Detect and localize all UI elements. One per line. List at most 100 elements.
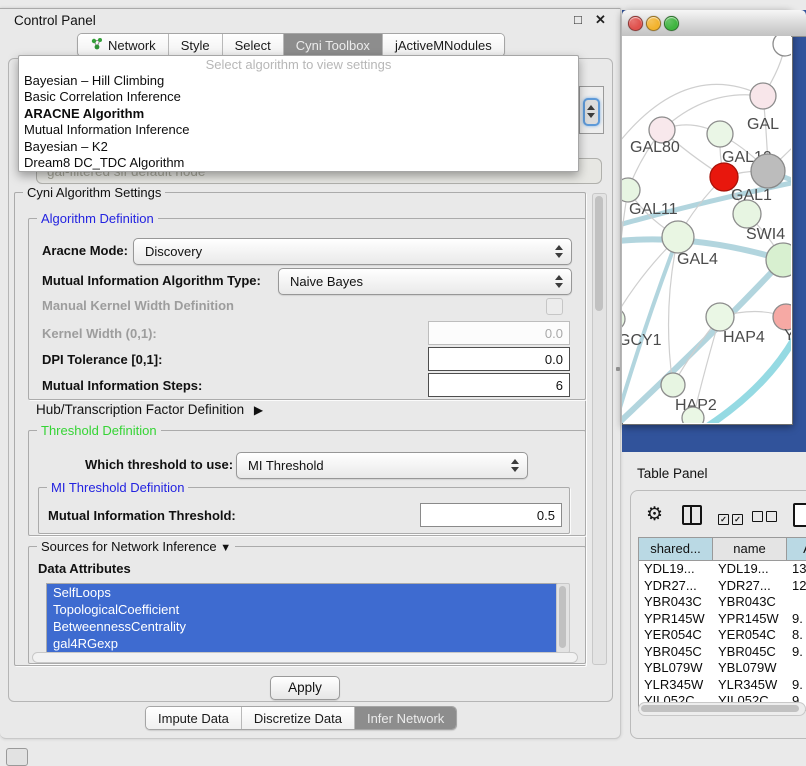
split-pane-handle[interactable]	[616, 367, 620, 371]
inference-algorithm-combobox-fragment[interactable]	[579, 86, 604, 134]
data-attributes-list[interactable]: SelfLoopsTopologicalCoefficientBetweenne…	[46, 583, 558, 653]
network-node-gal10[interactable]	[707, 121, 733, 147]
close-traffic-light[interactable]	[628, 16, 643, 31]
network-canvas[interactable]: GALGAL80GAL10GAL1GAL11SWI4GAL4GCY1HAP4YH…	[622, 36, 791, 423]
attributes-horizontal-scrollbar[interactable]	[32, 652, 578, 663]
algorithm-option-mutual-information-inference[interactable]: Mutual Information Inference	[19, 122, 578, 138]
zoom-traffic-light[interactable]	[664, 16, 679, 31]
data-attribute-item-selfloops[interactable]: SelfLoops	[47, 584, 557, 601]
scrollbar-thumb[interactable]	[641, 705, 799, 712]
expand-arrow-icon[interactable]: ▶	[254, 403, 263, 417]
network-node[interactable]	[751, 154, 785, 188]
close-window-icon[interactable]: ✕	[595, 12, 606, 28]
table-horizontal-scrollbar[interactable]	[638, 702, 806, 716]
data-attributes-label: Data Attributes	[38, 561, 131, 576]
data-attribute-item-topologicalcoefficient[interactable]: TopologicalCoefficient	[47, 601, 557, 618]
attributes-vertical-scrollbar[interactable]	[556, 583, 570, 653]
dpi-tolerance-field[interactable]: 0.0	[428, 347, 570, 371]
aracne-mode-value: Discovery	[145, 239, 202, 264]
network-window-titlebar[interactable]	[622, 10, 806, 37]
tab-infer-network[interactable]: Infer Network	[354, 707, 456, 729]
table-row[interactable]: YBL079WYBL079W	[639, 660, 806, 677]
settings-vertical-scrollbar[interactable]	[592, 193, 607, 665]
bottom-left-grip[interactable]	[6, 748, 28, 766]
scrollbar-thumb[interactable]	[595, 196, 603, 311]
network-node-gal1[interactable]	[733, 200, 761, 228]
hub-definition-toggle[interactable]: Hub/Transcription Factor Definition ▶	[36, 402, 263, 417]
table-settings-gear-icon[interactable]: ⚙	[646, 503, 663, 526]
network-node[interactable]	[773, 36, 791, 56]
table-row[interactable]: YER054CYER054C8.	[639, 627, 806, 644]
sources-title-text: Sources for Network Inference	[41, 539, 217, 554]
tab-network-label: Network	[108, 38, 156, 53]
table-row[interactable]: YDL19...YDL19...13...	[639, 561, 806, 578]
minimize-traffic-light[interactable]	[646, 16, 661, 31]
table-row[interactable]: YDR27...YDR27...12...	[639, 578, 806, 595]
table-row[interactable]: YBR045CYBR045C9.	[639, 644, 806, 661]
node-table: shared...nameA YDL19...YDL19...13...YDR2…	[638, 537, 806, 711]
table-cell: YLR345W	[639, 677, 713, 694]
network-node-gcy1[interactable]	[622, 308, 625, 330]
network-node-gal11[interactable]	[622, 178, 640, 202]
algorithm-dropdown-popup: Select algorithm to view settings Bayesi…	[18, 55, 579, 172]
network-node-hap2[interactable]	[661, 373, 685, 397]
network-node-gal[interactable]	[750, 83, 776, 109]
table-row[interactable]: YPR145WYPR145W9.	[639, 611, 806, 628]
collapse-arrow-icon[interactable]: ▼	[220, 542, 231, 554]
float-window-icon[interactable]: □	[574, 12, 582, 27]
scrollbar-thumb[interactable]	[559, 586, 566, 648]
which-threshold-value: MI Threshold	[248, 453, 324, 478]
algorithm-option-aracne-algorithm[interactable]: ARACNE Algorithm	[19, 106, 578, 122]
table-row[interactable]: YLR345WYLR345W9.	[639, 677, 806, 694]
tab-network[interactable]: Network	[78, 34, 168, 56]
tab-select[interactable]: Select	[222, 34, 283, 56]
algorithm-option-dream8-dc-tdc-algorithm[interactable]: Dream8 DC_TDC Algorithm	[19, 155, 578, 171]
mi-threshold-field[interactable]: 0.5	[420, 503, 562, 527]
cyni-bottom-tabbar: Impute DataDiscretize DataInfer Network	[145, 706, 457, 730]
table-cell: 12...	[787, 578, 806, 595]
network-node-gal4[interactable]	[662, 221, 694, 253]
data-attribute-item-gal4rgexp[interactable]: gal4RGexp	[47, 635, 557, 652]
column-header-shared[interactable]: shared...	[639, 538, 713, 560]
tab-style[interactable]: Style	[168, 34, 222, 56]
table-cell: YBR043C	[713, 594, 787, 611]
network-node-hap4[interactable]	[706, 303, 734, 331]
node-label-gal: GAL	[747, 116, 779, 133]
combobox-stepper-icon	[555, 274, 565, 289]
manual-kernel-checkbox[interactable]	[546, 298, 563, 315]
table-cell: 9.	[787, 611, 806, 628]
mi-steps-field[interactable]: 6	[428, 373, 570, 397]
mi-type-value: Naive Bayes	[290, 269, 363, 294]
which-threshold-combobox[interactable]: MI Threshold	[236, 452, 528, 479]
deselect-all-columns-icon[interactable]	[752, 509, 777, 527]
select-all-columns-icon[interactable]: ✓✓	[718, 509, 743, 527]
algorithm-option-bayesian-hill-climbing[interactable]: Bayesian – Hill Climbing	[19, 73, 578, 89]
combobox-stepper-icon	[511, 458, 521, 473]
combobox-stepper-focused[interactable]	[583, 98, 600, 126]
tab-cyni-toolbox[interactable]: Cyni Toolbox	[283, 34, 382, 56]
tab-discretize-data[interactable]: Discretize Data	[241, 707, 354, 729]
settings-group-title: Cyni Algorithm Settings	[23, 185, 165, 200]
column-layout-icon[interactable]	[682, 505, 702, 525]
sources-group-title[interactable]: Sources for Network Inference ▼	[37, 539, 235, 554]
data-attribute-item-betweennesscentrality[interactable]: BetweennessCentrality	[47, 618, 557, 635]
tab-impute-data[interactable]: Impute Data	[146, 707, 241, 729]
export-table-icon[interactable]	[793, 503, 806, 527]
apply-button[interactable]: Apply	[270, 676, 340, 700]
network-node[interactable]	[682, 407, 704, 423]
kernel-width-field[interactable]: 0.0	[428, 321, 570, 345]
node-label-gal80: GAL80	[630, 139, 680, 156]
table-panel-title: Table Panel	[637, 466, 708, 481]
table-cell: YBR045C	[639, 644, 713, 661]
algorithm-option-basic-correlation-inference[interactable]: Basic Correlation Inference	[19, 89, 578, 105]
column-header-name[interactable]: name	[713, 538, 787, 560]
table-cell: YBR045C	[713, 644, 787, 661]
aracne-mode-combobox[interactable]: Discovery	[133, 238, 572, 265]
algorithm-option-bayesian-k2[interactable]: Bayesian – K2	[19, 139, 578, 155]
tab-jactivemnodules[interactable]: jActiveMNodules	[382, 34, 504, 56]
table-row[interactable]: YBR043CYBR043C	[639, 594, 806, 611]
table-cell	[787, 594, 806, 611]
table-cell: YLR345W	[713, 677, 787, 694]
column-header-a[interactable]: A	[787, 538, 806, 560]
mi-type-combobox[interactable]: Naive Bayes	[278, 268, 572, 295]
